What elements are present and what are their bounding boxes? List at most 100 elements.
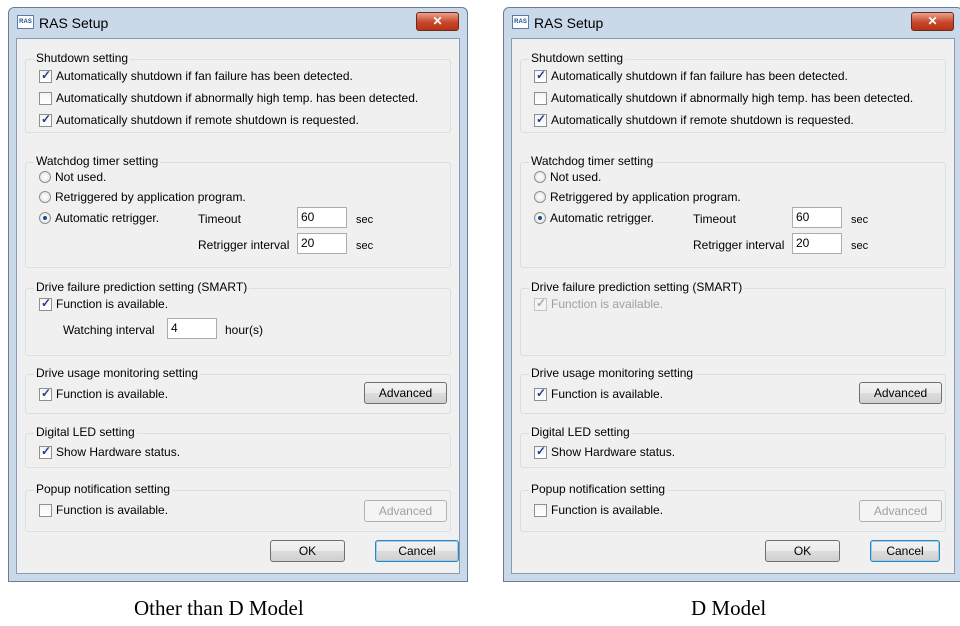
retrigger-interval-input[interactable]: 20 (297, 233, 347, 254)
checkbox-label: Function is available. (56, 387, 169, 401)
checkbox-checked-icon (39, 68, 52, 83)
timeout-input[interactable]: 60 (792, 207, 842, 228)
popup-notification-group: Popup notification setting Function is a… (25, 482, 451, 532)
title-bar[interactable]: RAS RAS Setup ✕ (9, 8, 467, 38)
radio-selected-icon (534, 212, 546, 224)
drive-usage-label: Drive usage monitoring setting (34, 366, 201, 380)
timeout-label: Timeout (693, 212, 736, 226)
checkbox-checked-icon (39, 444, 52, 459)
popup-notification-label: Popup notification setting (34, 482, 173, 496)
watchdog-timer-group: Watchdog timer setting Not used. Retrigg… (25, 154, 451, 268)
shutdown-setting-label: Shutdown setting (34, 51, 131, 65)
popup-advanced-button[interactable]: Advanced (364, 500, 447, 522)
retrigger-interval-unit: sec (851, 240, 869, 252)
timeout-label: Timeout (198, 212, 241, 226)
smart-function-checkbox[interactable]: Function is available. (39, 296, 169, 311)
drive-usage-function-checkbox[interactable]: Function is available. (39, 386, 169, 401)
title-bar[interactable]: RAS RAS Setup ✕ (504, 8, 960, 38)
checkbox-label: Function is available. (551, 297, 664, 311)
dialog-title: RAS Setup (534, 15, 604, 31)
close-button[interactable]: ✕ (416, 12, 459, 31)
drive-usage-advanced-button[interactable]: Advanced (364, 382, 447, 404)
show-hardware-status-checkbox[interactable]: Show Hardware status. (39, 444, 181, 459)
digital-led-group: Digital LED setting Show Hardware status… (25, 425, 451, 468)
watchdog-not-used-radio[interactable]: Not used. (534, 170, 601, 184)
drive-usage-group: Drive usage monitoring setting Function … (520, 366, 946, 414)
radio-label: Automatic retrigger. (55, 211, 160, 225)
smart-setting-group: Drive failure prediction setting (SMART)… (520, 280, 946, 356)
watchdog-automatic-radio[interactable]: Automatic retrigger. (534, 211, 654, 225)
watchdog-application-radio[interactable]: Retriggered by application program. (39, 190, 246, 204)
retrigger-interval-unit: sec (356, 240, 374, 252)
dialog-client-area: Shutdown setting Automatically shutdown … (16, 38, 460, 574)
checkbox-unchecked-icon (39, 503, 52, 517)
watching-interval-input[interactable]: 4 (167, 318, 217, 339)
watching-interval-label: Watching interval (63, 323, 155, 337)
watchdog-timer-label: Watchdog timer setting (529, 154, 656, 168)
checkbox-label: Show Hardware status. (551, 445, 676, 459)
caption-other-than-d-model: Other than D Model (134, 596, 304, 620)
caption-d-model: D Model (691, 596, 767, 620)
ras-setup-dialog-other-than-d-model: RAS RAS Setup ✕ Shutdown setting Automat… (8, 7, 468, 582)
ok-button[interactable]: OK (270, 540, 345, 562)
digital-led-group: Digital LED setting Show Hardware status… (520, 425, 946, 468)
radio-label: Automatic retrigger. (550, 211, 655, 225)
smart-setting-label: Drive failure prediction setting (SMART) (34, 280, 250, 294)
ok-button[interactable]: OK (765, 540, 840, 562)
popup-function-checkbox[interactable]: Function is available. (534, 503, 663, 517)
cancel-button[interactable]: Cancel (375, 540, 459, 562)
checkbox-label: Automatically shutdown if abnormally hig… (56, 91, 419, 105)
shutdown-high-temp-checkbox[interactable]: Automatically shutdown if abnormally hig… (534, 91, 913, 105)
shutdown-fan-failure-checkbox[interactable]: Automatically shutdown if fan failure ha… (39, 68, 353, 83)
checkbox-checked-icon (534, 444, 547, 459)
checkbox-label: Show Hardware status. (56, 445, 181, 459)
watchdog-not-used-radio[interactable]: Not used. (39, 170, 106, 184)
checkbox-checked-icon (534, 68, 547, 83)
popup-advanced-button[interactable]: Advanced (859, 500, 942, 522)
drive-usage-label: Drive usage monitoring setting (529, 366, 696, 380)
checkbox-label: Function is available. (56, 503, 169, 517)
radio-unselected-icon (39, 171, 51, 183)
watchdog-timer-group: Watchdog timer setting Not used. Retrigg… (520, 154, 946, 268)
checkbox-label: Function is available. (551, 503, 664, 517)
ras-app-icon: RAS (512, 15, 529, 29)
radio-label: Not used. (55, 170, 107, 184)
retrigger-interval-input[interactable]: 20 (792, 233, 842, 254)
watching-interval-unit: hour(s) (225, 323, 264, 337)
show-hardware-status-checkbox[interactable]: Show Hardware status. (534, 444, 676, 459)
drive-usage-advanced-button[interactable]: Advanced (859, 382, 942, 404)
shutdown-fan-failure-checkbox[interactable]: Automatically shutdown if fan failure ha… (534, 68, 848, 83)
checkbox-label: Automatically shutdown if remote shutdow… (56, 113, 359, 127)
timeout-unit: sec (356, 214, 374, 226)
popup-notification-group: Popup notification setting Function is a… (520, 482, 946, 532)
popup-notification-label: Popup notification setting (529, 482, 668, 496)
watchdog-application-radio[interactable]: Retriggered by application program. (534, 190, 741, 204)
checkbox-checked-disabled-icon (534, 296, 547, 311)
shutdown-setting-group: Shutdown setting Automatically shutdown … (520, 51, 946, 133)
cancel-button[interactable]: Cancel (870, 540, 940, 562)
popup-function-checkbox[interactable]: Function is available. (39, 503, 168, 517)
shutdown-high-temp-checkbox[interactable]: Automatically shutdown if abnormally hig… (39, 91, 418, 105)
radio-label: Not used. (550, 170, 602, 184)
watchdog-automatic-radio[interactable]: Automatic retrigger. (39, 211, 159, 225)
drive-usage-function-checkbox[interactable]: Function is available. (534, 386, 664, 401)
checkbox-label: Automatically shutdown if fan failure ha… (551, 69, 848, 83)
close-button[interactable]: ✕ (911, 12, 954, 31)
checkbox-checked-icon (39, 386, 52, 401)
smart-function-checkbox[interactable]: Function is available. (534, 296, 664, 311)
shutdown-remote-checkbox[interactable]: Automatically shutdown if remote shutdow… (39, 112, 359, 127)
smart-setting-label: Drive failure prediction setting (SMART) (529, 280, 745, 294)
checkbox-label: Function is available. (551, 387, 664, 401)
checkbox-checked-icon (534, 112, 547, 127)
checkbox-label: Function is available. (56, 297, 169, 311)
timeout-unit: sec (851, 214, 869, 226)
close-icon: ✕ (432, 14, 443, 28)
timeout-input[interactable]: 60 (297, 207, 347, 228)
dialog-client-area: Shutdown setting Automatically shutdown … (511, 38, 955, 574)
checkbox-checked-icon (534, 386, 547, 401)
ras-setup-dialog-d-model: RAS RAS Setup ✕ Shutdown setting Automat… (503, 7, 960, 582)
shutdown-remote-checkbox[interactable]: Automatically shutdown if remote shutdow… (534, 112, 854, 127)
checkbox-unchecked-icon (534, 503, 547, 517)
checkbox-label: Automatically shutdown if abnormally hig… (551, 91, 914, 105)
shutdown-setting-label: Shutdown setting (529, 51, 626, 65)
